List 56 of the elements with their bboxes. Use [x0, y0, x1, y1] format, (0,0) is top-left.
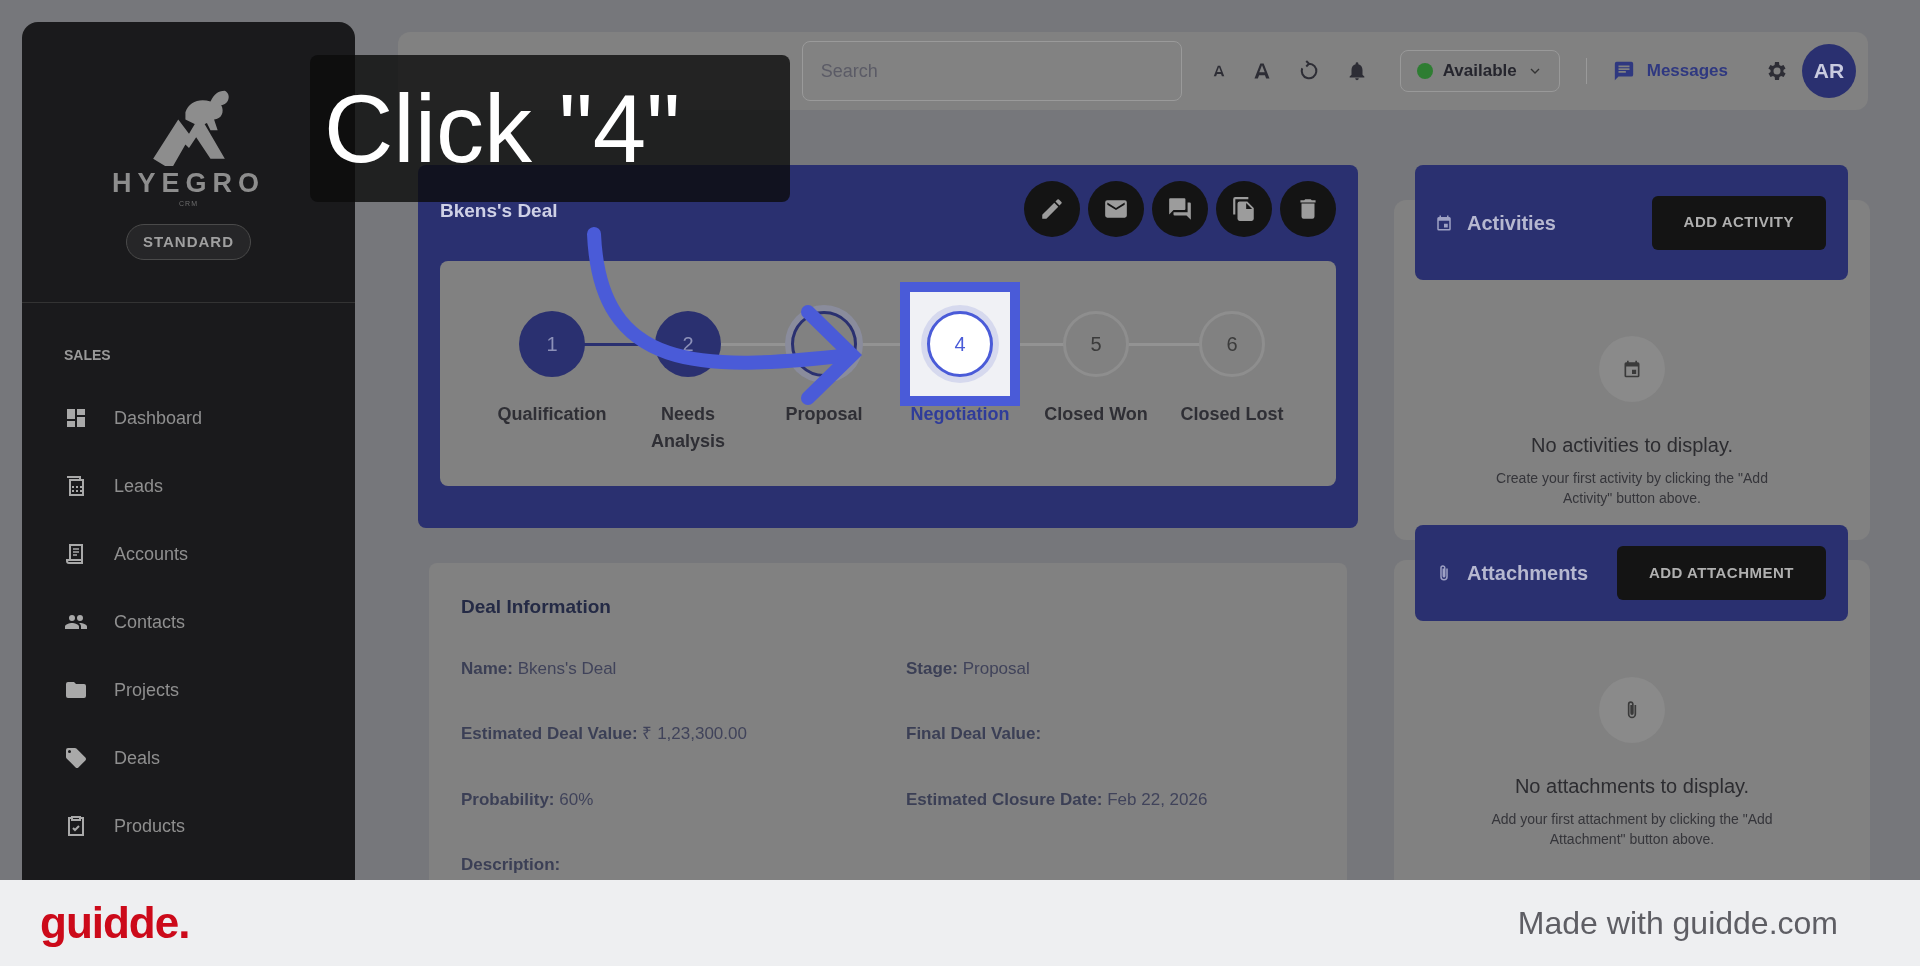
edit-icon	[1039, 196, 1065, 222]
sidebar-item[interactable]: Projects	[22, 656, 355, 724]
copy-icon	[1231, 196, 1257, 222]
stage-label: Closed Lost	[1179, 403, 1285, 426]
messages-link[interactable]: Messages	[1612, 58, 1728, 84]
email-button[interactable]	[1088, 181, 1144, 237]
stage-step[interactable]: 5	[1063, 311, 1129, 377]
field-text: Probability: 60%	[461, 788, 595, 811]
trash-button[interactable]	[1280, 181, 1336, 237]
field-text: Estimated Deal Value: ₹ 1,23,300.00	[461, 723, 748, 745]
empty-state-text: Create your first activity by clicking the "Add Activity" button above.	[1495, 469, 1769, 508]
copy-button[interactable]	[1216, 181, 1272, 237]
calendar-icon	[1622, 359, 1642, 379]
stage-label: Closed Won	[1043, 403, 1149, 426]
chat-icon	[1612, 60, 1635, 82]
add-button[interactable]: ADD ATTACHMENT	[1616, 546, 1826, 600]
field-text: Stage: Proposal	[906, 657, 1031, 680]
field-text: Estimated Closure Date: Feb 22, 2026	[906, 788, 1209, 811]
plan-badge: STANDARD	[125, 223, 252, 260]
sidebar-item[interactable]: Leads	[22, 452, 355, 520]
tag-icon	[64, 746, 88, 770]
stage-label: Proposal	[784, 403, 864, 426]
stage-label: Needs Analysis	[649, 403, 726, 453]
chat-bubbles-icon	[1167, 196, 1193, 222]
sidebar-item[interactable]: Products	[22, 792, 355, 860]
sidebar-item[interactable]: Contacts	[22, 588, 355, 656]
calendar-icon	[1435, 213, 1453, 232]
stage-step[interactable]: 6	[1199, 311, 1265, 377]
empty-state-title: No attachments to display.	[1514, 774, 1750, 799]
field-text: Final Deal Value:	[906, 723, 1043, 745]
stage-label: Qualification	[496, 403, 608, 426]
chat-bubbles-button[interactable]	[1152, 181, 1208, 237]
guidde-logo: guidde.	[40, 901, 190, 945]
font-size-small-icon[interactable]	[1211, 64, 1226, 78]
step-caption-tooltip: Click "4"	[310, 55, 790, 202]
panel-title: Activities	[1467, 210, 1556, 236]
empty-state-text: Add your first attachment by clicking the "Add Attachment" button above.	[1490, 810, 1774, 849]
stage-step[interactable]: 1	[519, 311, 585, 377]
dashboard-icon	[64, 406, 88, 430]
card-title: Deal Information	[461, 595, 612, 619]
logo-text: HYEGRO	[112, 170, 265, 197]
field-text: Description:	[461, 854, 562, 876]
add-button[interactable]: ADD ACTIVITY	[1651, 195, 1826, 250]
field-text: Name: Bkens's Deal	[461, 657, 618, 680]
footer-credit: Made with guidde.com	[1517, 904, 1838, 943]
sidebar-item[interactable]: Accounts	[22, 520, 355, 588]
user-avatar[interactable]: AR	[1802, 44, 1856, 98]
section-heading: SALES	[64, 346, 112, 365]
empty-state-title: No activities to display.	[1531, 433, 1733, 458]
sidebar-item[interactable]: Deals	[22, 724, 355, 792]
edit-button[interactable]	[1024, 181, 1080, 237]
sidebar-item[interactable]: Dashboard	[22, 384, 355, 452]
stage-label: Negotiation	[909, 403, 1011, 426]
status-dropdown[interactable]: Available	[1399, 50, 1560, 92]
font-size-large-icon[interactable]	[1251, 61, 1272, 81]
panel-title: Attachments	[1467, 561, 1589, 586]
